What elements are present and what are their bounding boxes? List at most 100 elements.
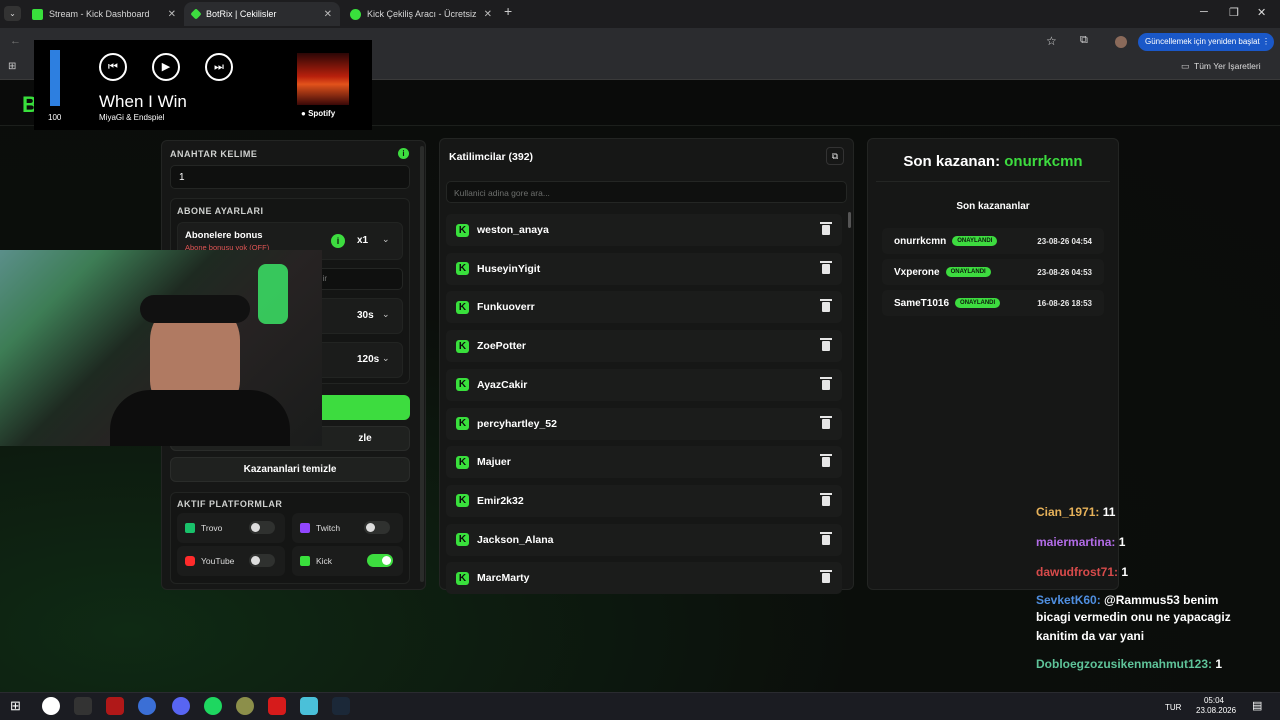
close-icon[interactable]: ✕ [168, 9, 176, 20]
kick-icon: K [456, 571, 469, 585]
app-icon[interactable] [236, 697, 254, 715]
chat-message: maiermartina: 1 [1036, 535, 1125, 549]
all-bookmarks-link[interactable]: Tüm Yer İşaretleri [1194, 61, 1261, 71]
trash-icon[interactable] [820, 454, 832, 468]
tab-kick-dashboard[interactable]: Stream - Kick Dashboard ✕ [24, 2, 184, 26]
spotify-logo-icon: ● Spotify [301, 109, 336, 118]
discord-icon[interactable] [172, 697, 190, 715]
winner-name: onurrkcmn [894, 235, 947, 247]
close-icon[interactable]: ✕ [484, 9, 492, 20]
trash-icon[interactable] [820, 222, 832, 235]
album-cover [297, 53, 349, 105]
next-icon[interactable]: ⏭ [205, 53, 233, 81]
windows-start-icon[interactable]: ⊞ [10, 698, 21, 714]
neon-cactus [258, 264, 288, 324]
app-icon[interactable] [74, 697, 92, 715]
trash-icon[interactable] [820, 376, 832, 390]
timer1-value: 30s [357, 310, 374, 321]
trash-icon[interactable] [820, 299, 832, 313]
minimize-icon[interactable]: ─ [1200, 6, 1208, 18]
trovo-toggle[interactable] [249, 521, 275, 534]
participant-row: K HuseyinYigit [446, 252, 842, 285]
app-icon[interactable] [300, 697, 318, 715]
star-icon[interactable]: ☆ [1046, 34, 1057, 48]
trash-icon[interactable] [820, 415, 832, 429]
timer2-value: 120s [357, 354, 380, 365]
info-icon[interactable]: i [398, 148, 409, 159]
chat-message: bicagi vermedin onu ne yapacagiz [1036, 610, 1231, 624]
winner-date: 23-08-26 04:54 [1037, 236, 1092, 246]
chat-text: 1 [1212, 657, 1223, 671]
clock[interactable]: 05:04 23.08.2026 [1196, 696, 1236, 716]
participant-name: weston_anaya [477, 224, 549, 236]
chat-message: Dobloegzozusikenmahmut123: 1 [1036, 657, 1222, 671]
app-icon[interactable] [106, 697, 124, 715]
chrome-icon[interactable] [138, 697, 156, 715]
chat-message: SevketK60: @Rammus53 benim [1036, 593, 1218, 607]
trash-icon[interactable] [820, 338, 832, 352]
participant-row: K Funkuoverr [446, 291, 842, 324]
shirt [110, 390, 290, 446]
close-icon[interactable]: ✕ [324, 9, 332, 20]
tab-search-button[interactable]: ⌄ [4, 6, 21, 21]
chat-username: dawudfrost71: [1036, 565, 1119, 579]
youtube-icon [185, 556, 195, 566]
extensions-icon[interactable]: ⧉ [1080, 34, 1088, 47]
language-indicator[interactable]: TUR [1165, 703, 1181, 712]
keyword-input[interactable]: 1 [170, 165, 410, 189]
previous-icon[interactable]: ⏮ [99, 53, 127, 81]
participants-panel [439, 138, 854, 590]
timer2-select[interactable]: 120s ⌄ [351, 351, 397, 369]
kick-icon: K [456, 417, 469, 430]
twitch-toggle[interactable] [364, 521, 390, 534]
tab-kick-cekilis[interactable]: Kick Çekiliş Aracı - Ücretsiz Canl ✕ [342, 2, 500, 26]
profile-avatar[interactable] [1115, 36, 1127, 48]
info-icon[interactable]: i [331, 234, 345, 248]
kick-favicon-icon [32, 8, 43, 20]
chevron-down-icon: ⌄ [382, 309, 390, 319]
participants-scrollbar[interactable] [848, 212, 851, 228]
timer1-select[interactable]: 30s ⌄ [351, 307, 397, 325]
track-title: When I Win [99, 92, 187, 111]
maximize-icon[interactable]: ❐ [1229, 6, 1239, 19]
chat-text: bicagi vermedin onu ne yapacagiz [1036, 610, 1231, 624]
window-close-icon[interactable]: ✕ [1257, 6, 1266, 19]
new-tab-button[interactable]: + [504, 3, 512, 19]
participant-name: MarcMarty [477, 572, 530, 585]
copy-icon[interactable]: ⧉ [826, 147, 844, 165]
participant-search-input[interactable]: Kullanici adina gore ara... [446, 181, 847, 203]
tab-botrix[interactable]: BotRix | Cekilisler ✕ [184, 2, 340, 26]
notification-icon[interactable]: ▤ [1252, 699, 1262, 712]
participant-row: Kweston_anaya [446, 214, 842, 246]
spotify-taskbar-icon[interactable] [204, 697, 222, 715]
update-button[interactable]: Güncellemek için yeniden başlat ⋮ [1138, 33, 1274, 51]
trash-icon[interactable] [820, 492, 832, 506]
youtube-toggle[interactable] [249, 554, 275, 567]
kick-toggle[interactable] [367, 554, 393, 567]
trash-icon[interactable] [820, 570, 832, 584]
participant-name: ZoePotter [477, 340, 527, 353]
bandana [140, 295, 250, 323]
participant-name: HuseyinYigit [477, 262, 541, 275]
kick-icon: K [456, 223, 469, 237]
app-icon[interactable] [42, 697, 60, 715]
participant-row: K AyazCakir [446, 368, 842, 401]
youtube-taskbar-icon[interactable] [268, 697, 286, 715]
kick-icon: K [456, 300, 469, 314]
play-icon[interactable]: ▶ [152, 53, 180, 81]
winner-date: 23-08-26 04:53 [1037, 267, 1092, 277]
trash-icon[interactable] [820, 531, 832, 545]
multiplier-select[interactable]: x1 ⌄ [351, 232, 397, 250]
settings-scrollbar[interactable] [420, 146, 424, 582]
trash-icon[interactable] [820, 260, 832, 274]
windows-taskbar [0, 692, 1280, 720]
clear-winners-button[interactable]: Kazananlari temizle [170, 457, 410, 482]
back-icon[interactable]: ← [10, 35, 21, 47]
apps-icon[interactable]: ⊞ [8, 61, 16, 72]
last-winner-name: onurrkcmn [1004, 153, 1083, 170]
kick-icon [300, 556, 310, 566]
platform-kick: Kick [292, 546, 403, 576]
winner-row: Vxperone ONAYLANDI 23-08-26 04:53 [882, 259, 1104, 285]
chat-text: 11 [1099, 505, 1116, 519]
steam-icon[interactable] [332, 697, 350, 715]
